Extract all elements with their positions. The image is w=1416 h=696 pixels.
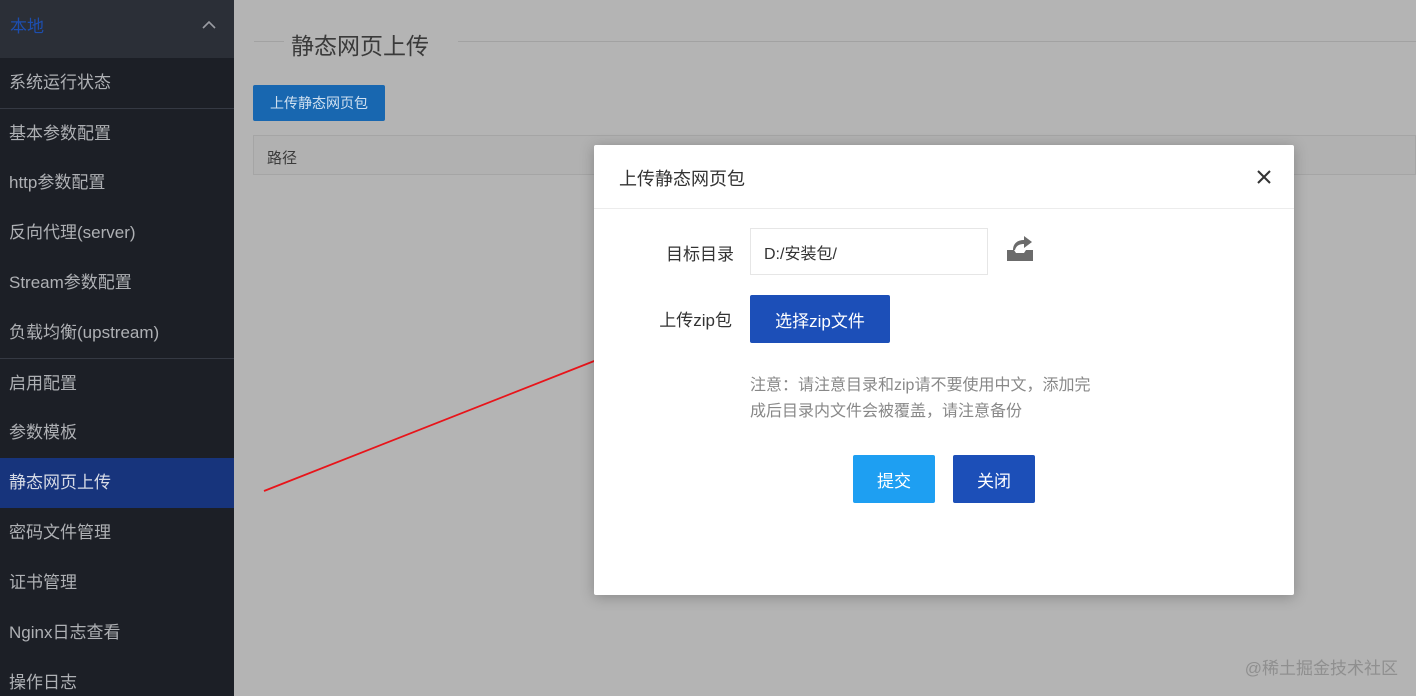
sidebar-item-certificates[interactable]: 证书管理	[0, 558, 234, 608]
sidebar-item-operation-log[interactable]: 操作日志	[0, 658, 234, 696]
sidebar-item-basic-config[interactable]: 基本参数配置	[0, 108, 234, 158]
folder-open-icon[interactable]	[1002, 230, 1038, 266]
sidebar-item-enable-config[interactable]: 启用配置	[0, 358, 234, 408]
sidebar-item-param-template[interactable]: 参数模板	[0, 408, 234, 458]
sidebar-item-http-config[interactable]: http参数配置	[0, 158, 234, 208]
sidebar-group-title: 本地	[10, 17, 44, 36]
sidebar-item-system-status[interactable]: 系统运行状态	[0, 58, 234, 108]
title-divider-left	[254, 41, 284, 42]
submit-button[interactable]: 提交	[853, 455, 935, 503]
target-dir-input[interactable]	[750, 228, 988, 275]
note-line-2: 成后目录内文件会被覆盖，请注意备份	[750, 403, 1023, 420]
title-divider-right	[458, 41, 1416, 42]
sidebar-item-nginx-logs[interactable]: Nginx日志查看	[0, 608, 234, 658]
modal-header: 上传静态网页包	[594, 145, 1294, 209]
sidebar-item-stream-config[interactable]: Stream参数配置	[0, 258, 234, 308]
modal-title: 上传静态网页包	[619, 169, 745, 189]
sidebar-item-reverse-proxy[interactable]: 反向代理(server)	[0, 208, 234, 258]
target-dir-label: 目标目录	[666, 245, 734, 264]
close-icon[interactable]	[1254, 167, 1274, 187]
page-title: 静态网页上传	[291, 33, 429, 59]
chevron-up-icon[interactable]	[202, 18, 216, 32]
column-header-path: 路径	[267, 150, 298, 167]
note-line-1: 注意：请注意目录和zip请不要使用中文，添加完	[750, 377, 1091, 394]
watermark: @稀土掘金技术社区	[1244, 659, 1398, 678]
upload-modal: 上传静态网页包 目标目录 上传zip包 选择zip文件 注意：请注意目录和zip…	[594, 145, 1294, 595]
upload-static-package-button[interactable]: 上传静态网页包	[253, 85, 385, 121]
sidebar-item-password-files[interactable]: 密码文件管理	[0, 508, 234, 558]
close-button[interactable]: 关闭	[953, 455, 1035, 503]
sidebar-group-header[interactable]: 本地	[0, 0, 234, 58]
sidebar-item-static-upload[interactable]: 静态网页上传	[0, 458, 234, 508]
upload-note: 注意：请注意目录和zip请不要使用中文，添加完 成后目录内文件会被覆盖，请注意备…	[750, 373, 1140, 425]
sidebar-item-upstream[interactable]: 负载均衡(upstream)	[0, 308, 234, 358]
select-zip-button[interactable]: 选择zip文件	[750, 295, 890, 343]
upload-zip-label: 上传zip包	[659, 311, 732, 330]
sidebar: 本地 系统运行状态 基本参数配置 http参数配置 反向代理(server) S…	[0, 0, 234, 696]
